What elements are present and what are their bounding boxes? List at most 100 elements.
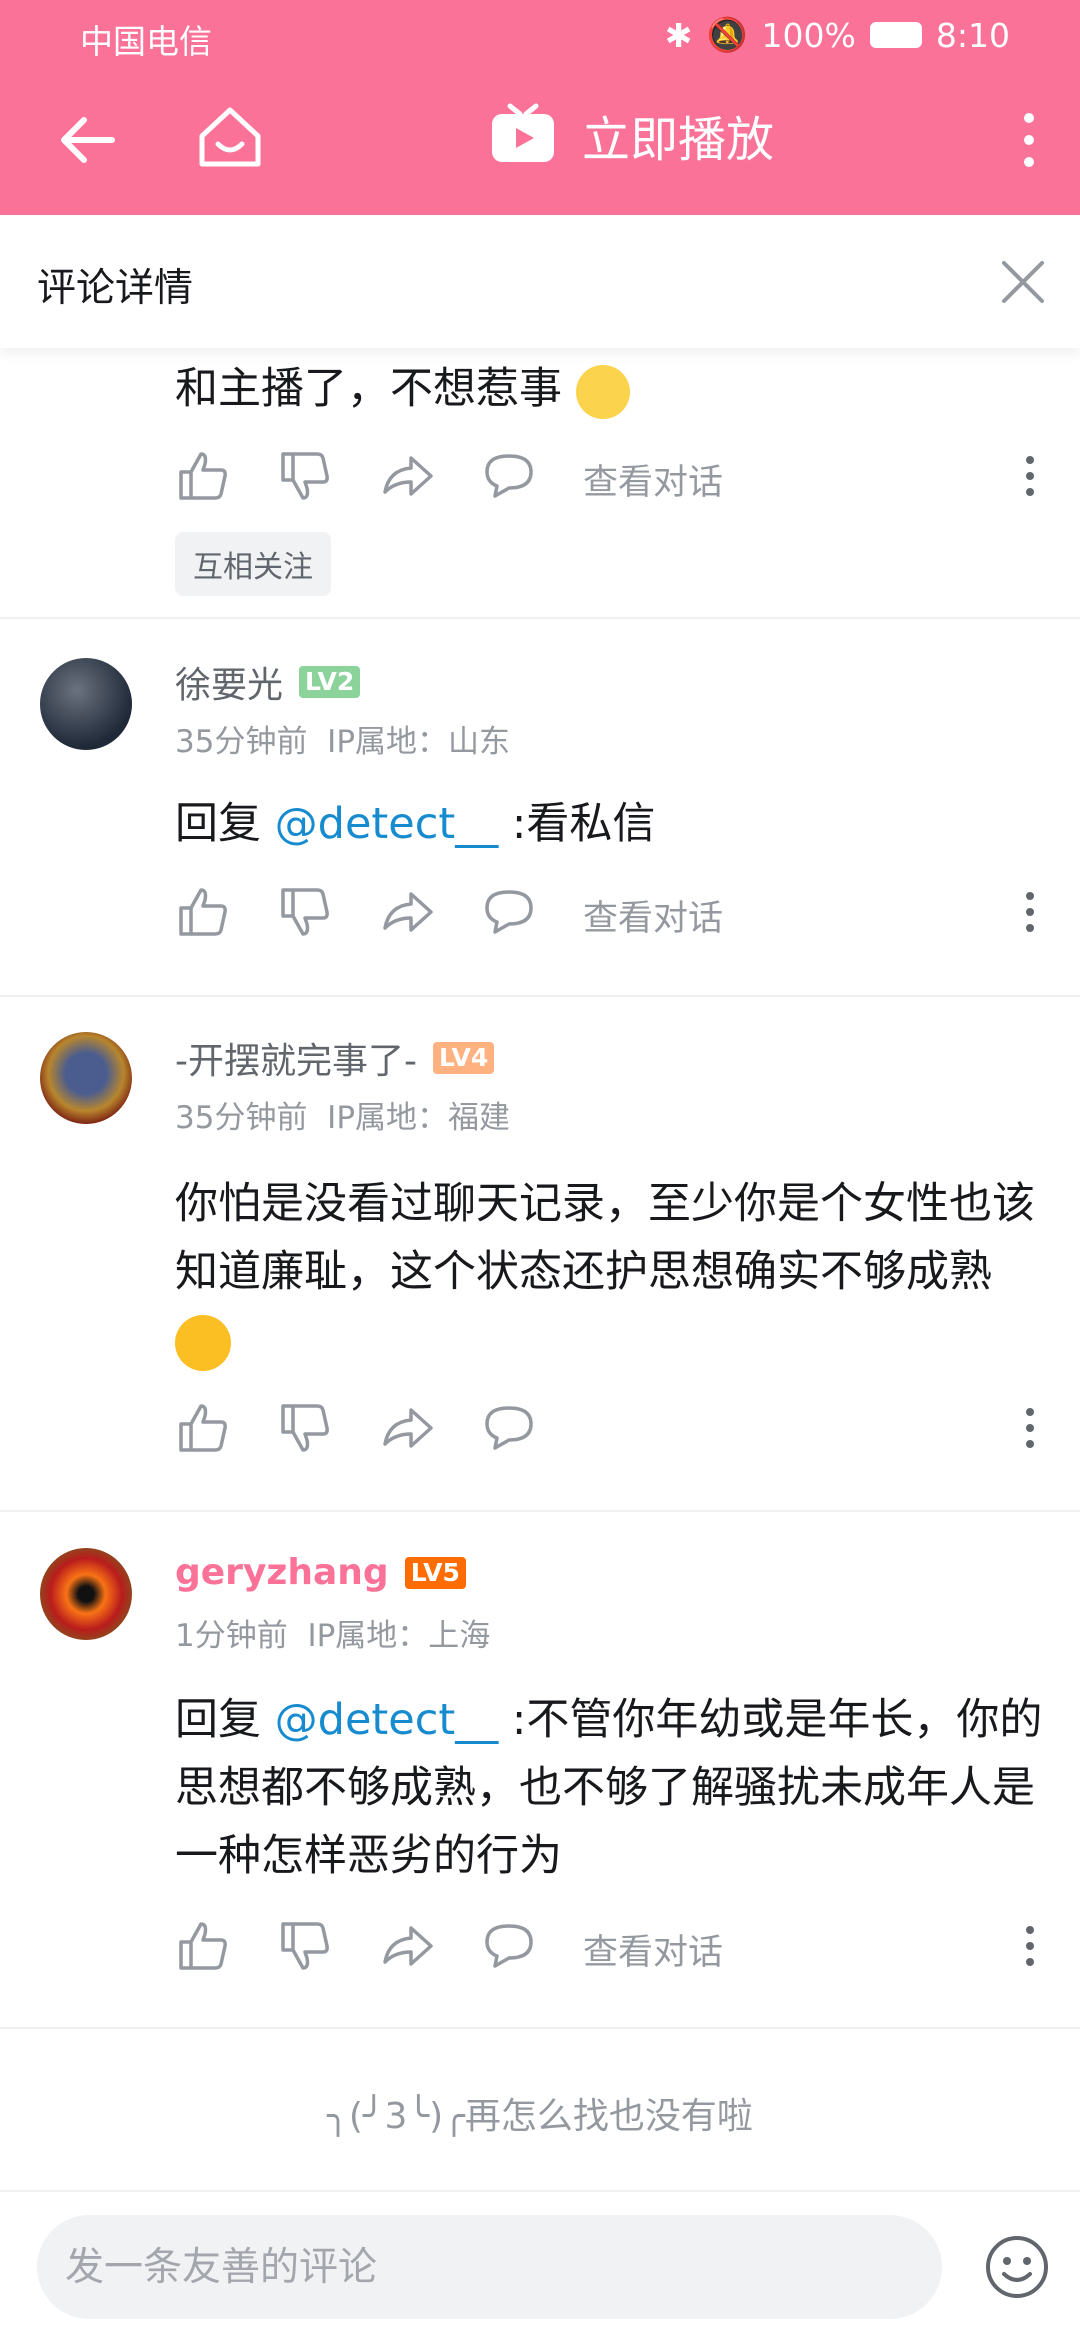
dislike-button[interactable] <box>277 448 333 504</box>
comment-text: 回复 @detect__ :看私信 <box>175 790 1045 858</box>
view-conversation-link[interactable]: 查看对话 <box>583 890 723 941</box>
reply-prefix: 回复 <box>175 1695 275 1745</box>
level-badge: LV2 <box>299 666 361 698</box>
home-icon <box>199 107 261 167</box>
like-button[interactable] <box>175 884 231 940</box>
vertical-dots-icon <box>1026 1926 1034 1966</box>
comment-meta: 1分钟前 IP属地：上海 <box>175 1610 490 1655</box>
share-arrow-icon <box>383 456 433 496</box>
comment-time: 1分钟前 <box>175 1618 288 1654</box>
time-label: 8:10 <box>935 15 1010 55</box>
share-button[interactable] <box>379 884 435 940</box>
comment-input-bar <box>0 2190 1080 2342</box>
mention-link[interactable]: @detect__ <box>275 1695 499 1745</box>
laughing-emoji-icon <box>175 1314 231 1371</box>
share-arrow-icon <box>383 892 433 932</box>
comment-bubble-icon <box>485 1924 533 1968</box>
close-button[interactable] <box>996 255 1050 309</box>
comment-time: 35分钟前 <box>175 1100 308 1136</box>
reply-button[interactable] <box>481 448 537 504</box>
battery-icon <box>869 22 922 48</box>
comment-more-button[interactable] <box>1015 884 1045 940</box>
comment-actions: 查看对话 <box>175 1918 1045 1978</box>
reply-button[interactable] <box>481 1400 537 1456</box>
avatar[interactable] <box>40 1548 132 1640</box>
comment-more-button[interactable] <box>1015 448 1045 504</box>
comment-text-body: 和主播了，不想惹事 <box>175 364 562 414</box>
more-options-button[interactable] <box>1014 102 1044 178</box>
view-conversation-link[interactable]: 查看对话 <box>583 454 723 505</box>
username[interactable]: -开摆就完事了- LV4 <box>175 1032 495 1084</box>
divider <box>0 995 1080 997</box>
comment-text-body: 你怕是没看过聊天记录，至少你是个女性也该知道廉耻，这个状态还护思想确实不够成熟 <box>175 1179 1035 1297</box>
comment-more-button[interactable] <box>1015 1400 1045 1456</box>
home-button[interactable] <box>192 100 268 176</box>
smiley-face-icon <box>986 2236 1048 2298</box>
level-badge: LV5 <box>404 1556 466 1589</box>
status-bar: 中国电信 ✱ 🔕 100% 8:10 <box>0 0 1080 70</box>
username[interactable]: 徐要光 LV2 <box>175 656 361 708</box>
comment-text: 回复 @detect__ :不管你年幼或是年长，你的思想都不够成熟，也不够了解骚… <box>175 1686 1045 1890</box>
share-button[interactable] <box>379 1918 435 1974</box>
divider <box>0 1510 1080 1512</box>
level-badge: LV4 <box>432 1042 495 1074</box>
dizzy-emoji-icon <box>575 364 630 419</box>
share-button[interactable] <box>379 1400 435 1456</box>
reply-button[interactable] <box>481 884 537 940</box>
comment-detail-header: 评论详情 <box>0 215 1080 348</box>
like-button[interactable] <box>175 1918 231 1974</box>
share-button[interactable] <box>379 448 435 504</box>
vertical-dots-icon <box>1024 113 1034 167</box>
close-icon <box>1002 261 1044 303</box>
ip-location: IP属地：上海 <box>307 1618 491 1654</box>
divider <box>0 617 1080 619</box>
comment-actions: 查看对话 <box>175 884 1045 944</box>
thumb-down-icon <box>281 1922 329 1970</box>
view-conversation-link[interactable]: 查看对话 <box>583 1924 723 1975</box>
like-button[interactable] <box>175 1400 231 1456</box>
mention-link[interactable]: @detect__ <box>275 799 499 849</box>
like-button[interactable] <box>175 448 231 504</box>
status-right: ✱ 🔕 100% 8:10 <box>665 15 1010 55</box>
reply-prefix: 回复 <box>175 799 275 849</box>
play-now-label: 立即播放 <box>582 112 775 168</box>
comment-meta: 35分钟前 IP属地：山东 <box>175 716 510 761</box>
avatar[interactable] <box>40 1032 132 1124</box>
dislike-button[interactable] <box>277 1918 333 1974</box>
no-more-comments-note: ╮(╯3╰)╭再怎么找也没有啦 <box>327 2096 753 2137</box>
carrier-label: 中国电信 <box>80 22 212 61</box>
dislike-button[interactable] <box>277 1400 333 1456</box>
vertical-dots-icon <box>1026 1408 1034 1448</box>
back-button[interactable] <box>52 105 122 175</box>
thumb-down-icon <box>281 888 329 936</box>
comment-text: 你怕是没看过聊天记录，至少你是个女性也该知道廉耻，这个状态还护思想确实不够成熟 <box>175 1170 1045 1374</box>
comment-more-button[interactable] <box>1015 1918 1045 1974</box>
app-bar: 立即播放 <box>0 70 1080 215</box>
comment-time: 35分钟前 <box>175 724 308 760</box>
thumb-up-icon <box>179 888 227 936</box>
comment-actions: 查看对话 <box>175 448 1045 508</box>
comment-bubble-icon <box>485 454 533 498</box>
comment-text: 和主播了，不想惹事 <box>175 355 1045 423</box>
reply-button[interactable] <box>481 1918 537 1974</box>
comment-bubble-icon <box>485 890 533 934</box>
tv-play-icon <box>492 103 554 162</box>
thumb-up-icon <box>179 1922 227 1970</box>
thumb-up-icon <box>179 452 227 500</box>
mute-icon: 🔕 <box>706 15 748 54</box>
comment-input[interactable] <box>37 2215 942 2319</box>
username[interactable]: geryzhang LV5 <box>175 1552 466 1593</box>
comment-actions <box>175 1400 1045 1460</box>
divider <box>0 2027 1080 2029</box>
emoji-button[interactable] <box>984 2234 1050 2300</box>
comment-bubble-icon <box>485 1406 533 1450</box>
share-arrow-icon <box>383 1926 433 1966</box>
sheet-title: 评论详情 <box>37 266 194 311</box>
dislike-button[interactable] <box>277 884 333 940</box>
mutual-follow-tag: 互相关注 <box>175 532 331 596</box>
avatar[interactable] <box>40 658 132 750</box>
battery-label: 100% <box>761 15 856 55</box>
thumb-down-icon <box>281 1404 329 1452</box>
play-now-button[interactable]: 立即播放 <box>488 100 774 170</box>
share-arrow-icon <box>383 1408 433 1448</box>
